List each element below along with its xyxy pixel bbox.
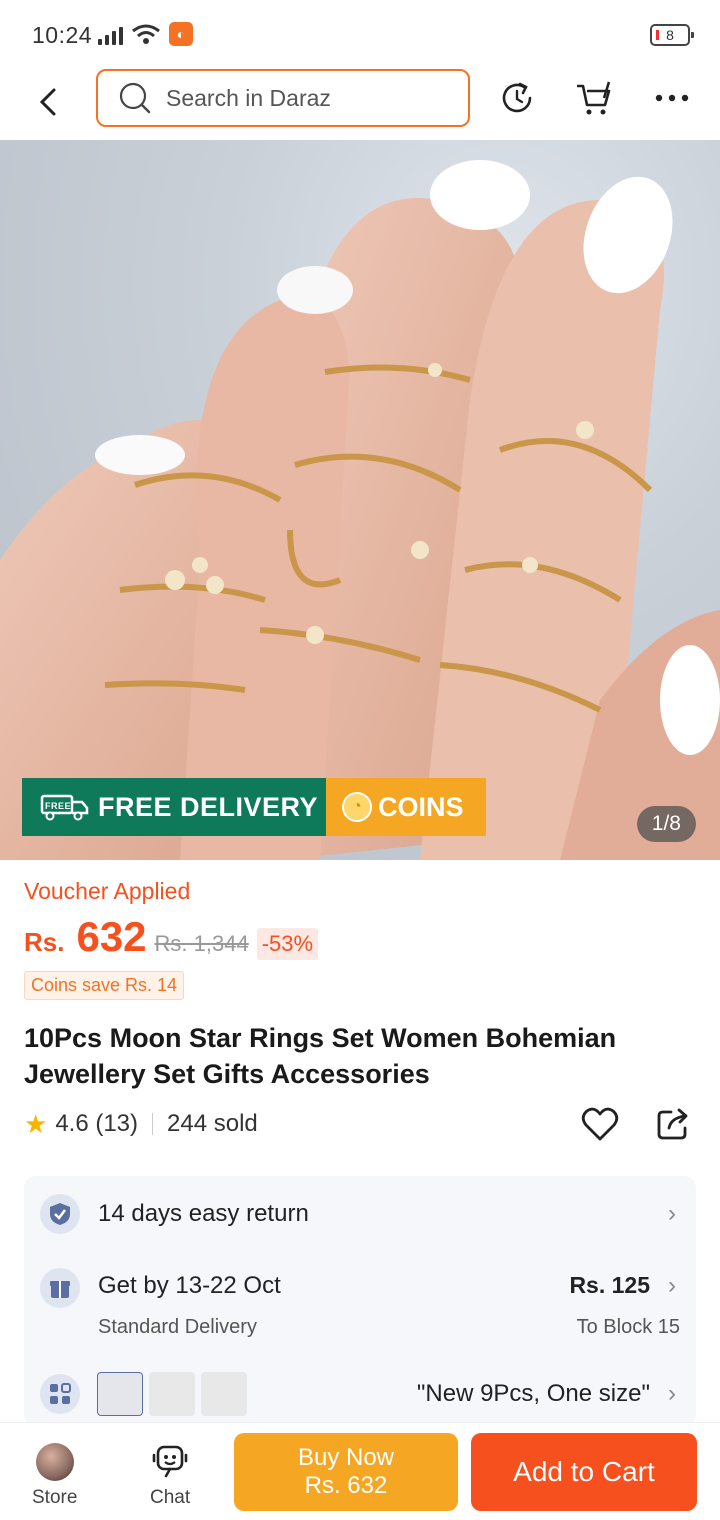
product-title: 10Pcs Moon Star Rings Set Women Bohemian… (24, 1023, 617, 1089)
status-icons: ◐ (98, 22, 193, 46)
coin-icon: ◔ (342, 792, 372, 822)
signal-icon (98, 23, 123, 45)
free-delivery-badge: FREE FREE DELIVERY (22, 778, 326, 836)
buy-now-price: Rs. 632 (304, 1472, 388, 1499)
rating-text[interactable]: 4.6 (13) (55, 1110, 138, 1138)
status-bar: 10:24 ◐ 8 (0, 0, 720, 70)
battery-level: 8 (666, 27, 674, 43)
store-button[interactable]: Store (32, 1443, 77, 1509)
original-price: Rs. 1,344 (154, 931, 249, 956)
add-to-cart-label: Add to Cart (513, 1456, 655, 1487)
battery-icon: 8 (650, 24, 694, 46)
delivery-badges: FREE FREE DELIVERY ◔ COINS (22, 778, 486, 836)
variant-thumb[interactable] (149, 1372, 195, 1416)
cart-button[interactable] (574, 78, 614, 118)
delivery-date: Get by 13-22 Oct (98, 1272, 281, 1299)
chevron-right-icon: › (668, 1380, 676, 1407)
delivery-destination: To Block 15 (576, 1316, 680, 1338)
delivery-row[interactable]: Get by 13-22 Oct Standard Delivery Rs. 1… (24, 1268, 696, 1338)
variant-row[interactable]: "New 9Pcs, One size" › (24, 1372, 696, 1416)
price-currency: Rs. (24, 927, 65, 957)
more-button[interactable] (652, 78, 692, 118)
search-placeholder: Search in Daraz (166, 84, 331, 111)
sold-count: 244 sold (167, 1110, 258, 1137)
share-icon (657, 1108, 688, 1140)
heart-icon (581, 1107, 619, 1141)
product-image-gallery[interactable]: FREE FREE DELIVERY ◔ COINS 1/8 (0, 140, 720, 860)
discount-badge: -53% (256, 928, 319, 960)
divider (152, 1113, 154, 1135)
return-policy-row[interactable]: 14 days easy return › (24, 1194, 696, 1234)
product-photo (0, 160, 720, 860)
rating-row: ★ 4.6 (13) 244 sold (24, 1104, 696, 1144)
coins-label: COINS (378, 791, 464, 822)
truck-icon: FREE (40, 794, 89, 821)
wifi-icon (132, 24, 160, 44)
delivery-price: Rs. 125 (569, 1272, 650, 1298)
share-button[interactable] (653, 1104, 693, 1144)
buy-now-label: Buy Now (297, 1444, 395, 1471)
chat-icon (152, 1445, 188, 1478)
store-label: Store (32, 1487, 78, 1508)
search-input[interactable]: Search in Daraz (96, 69, 470, 127)
store-avatar (35, 1443, 74, 1481)
wishlist-button[interactable] (580, 1104, 620, 1144)
chat-button[interactable]: Chat (150, 1443, 190, 1509)
history-button[interactable] (497, 78, 537, 118)
service-info-card: 14 days easy return › Get by 13-22 Oct S… (24, 1176, 696, 1426)
search-icon (119, 82, 151, 114)
grid-icon (40, 1374, 80, 1414)
chevron-right-icon: › (668, 1200, 676, 1227)
star-icon: ★ (24, 1108, 48, 1139)
variant-thumb[interactable] (97, 1372, 143, 1416)
voucher-applied: Voucher Applied (24, 878, 191, 904)
daraz-app-icon: ◐ (169, 22, 193, 46)
current-price: 632 (76, 913, 147, 960)
buy-now-button[interactable]: Buy Now Rs. 632 (234, 1433, 458, 1511)
status-time: 10:24 (32, 22, 93, 48)
variant-selected: "New 9Pcs, One size" (416, 1380, 650, 1407)
add-to-cart-button[interactable]: Add to Cart (471, 1433, 697, 1511)
coins-save-tag: Coins save Rs. 14 (24, 971, 185, 1000)
free-tag: FREE (45, 801, 71, 811)
back-button[interactable] (28, 82, 68, 122)
gift-box-icon (40, 1268, 80, 1308)
more-icon (655, 94, 689, 102)
price-row: Rs. 632 Rs. 1,344 -53% (24, 913, 696, 961)
history-icon (502, 82, 532, 113)
free-delivery-label: FREE DELIVERY (98, 791, 319, 822)
price-section: Voucher Applied Rs. 632 Rs. 1,344 -53% C… (0, 860, 720, 1092)
header: Search in Daraz (0, 68, 720, 140)
shield-check-icon (40, 1194, 80, 1234)
coins-badge: ◔ COINS (326, 778, 486, 836)
chat-label: Chat (150, 1487, 191, 1508)
chevron-right-icon: › (668, 1272, 676, 1299)
variant-thumb[interactable] (201, 1372, 247, 1416)
return-policy-text: 14 days easy return (98, 1200, 309, 1227)
bottom-action-bar: Store Chat Buy Now Rs. 632 Add to Cart (0, 1422, 720, 1520)
cart-icon (577, 81, 611, 115)
image-counter: 1/8 (636, 806, 696, 842)
back-icon (39, 88, 56, 116)
delivery-type: Standard Delivery (98, 1316, 257, 1338)
